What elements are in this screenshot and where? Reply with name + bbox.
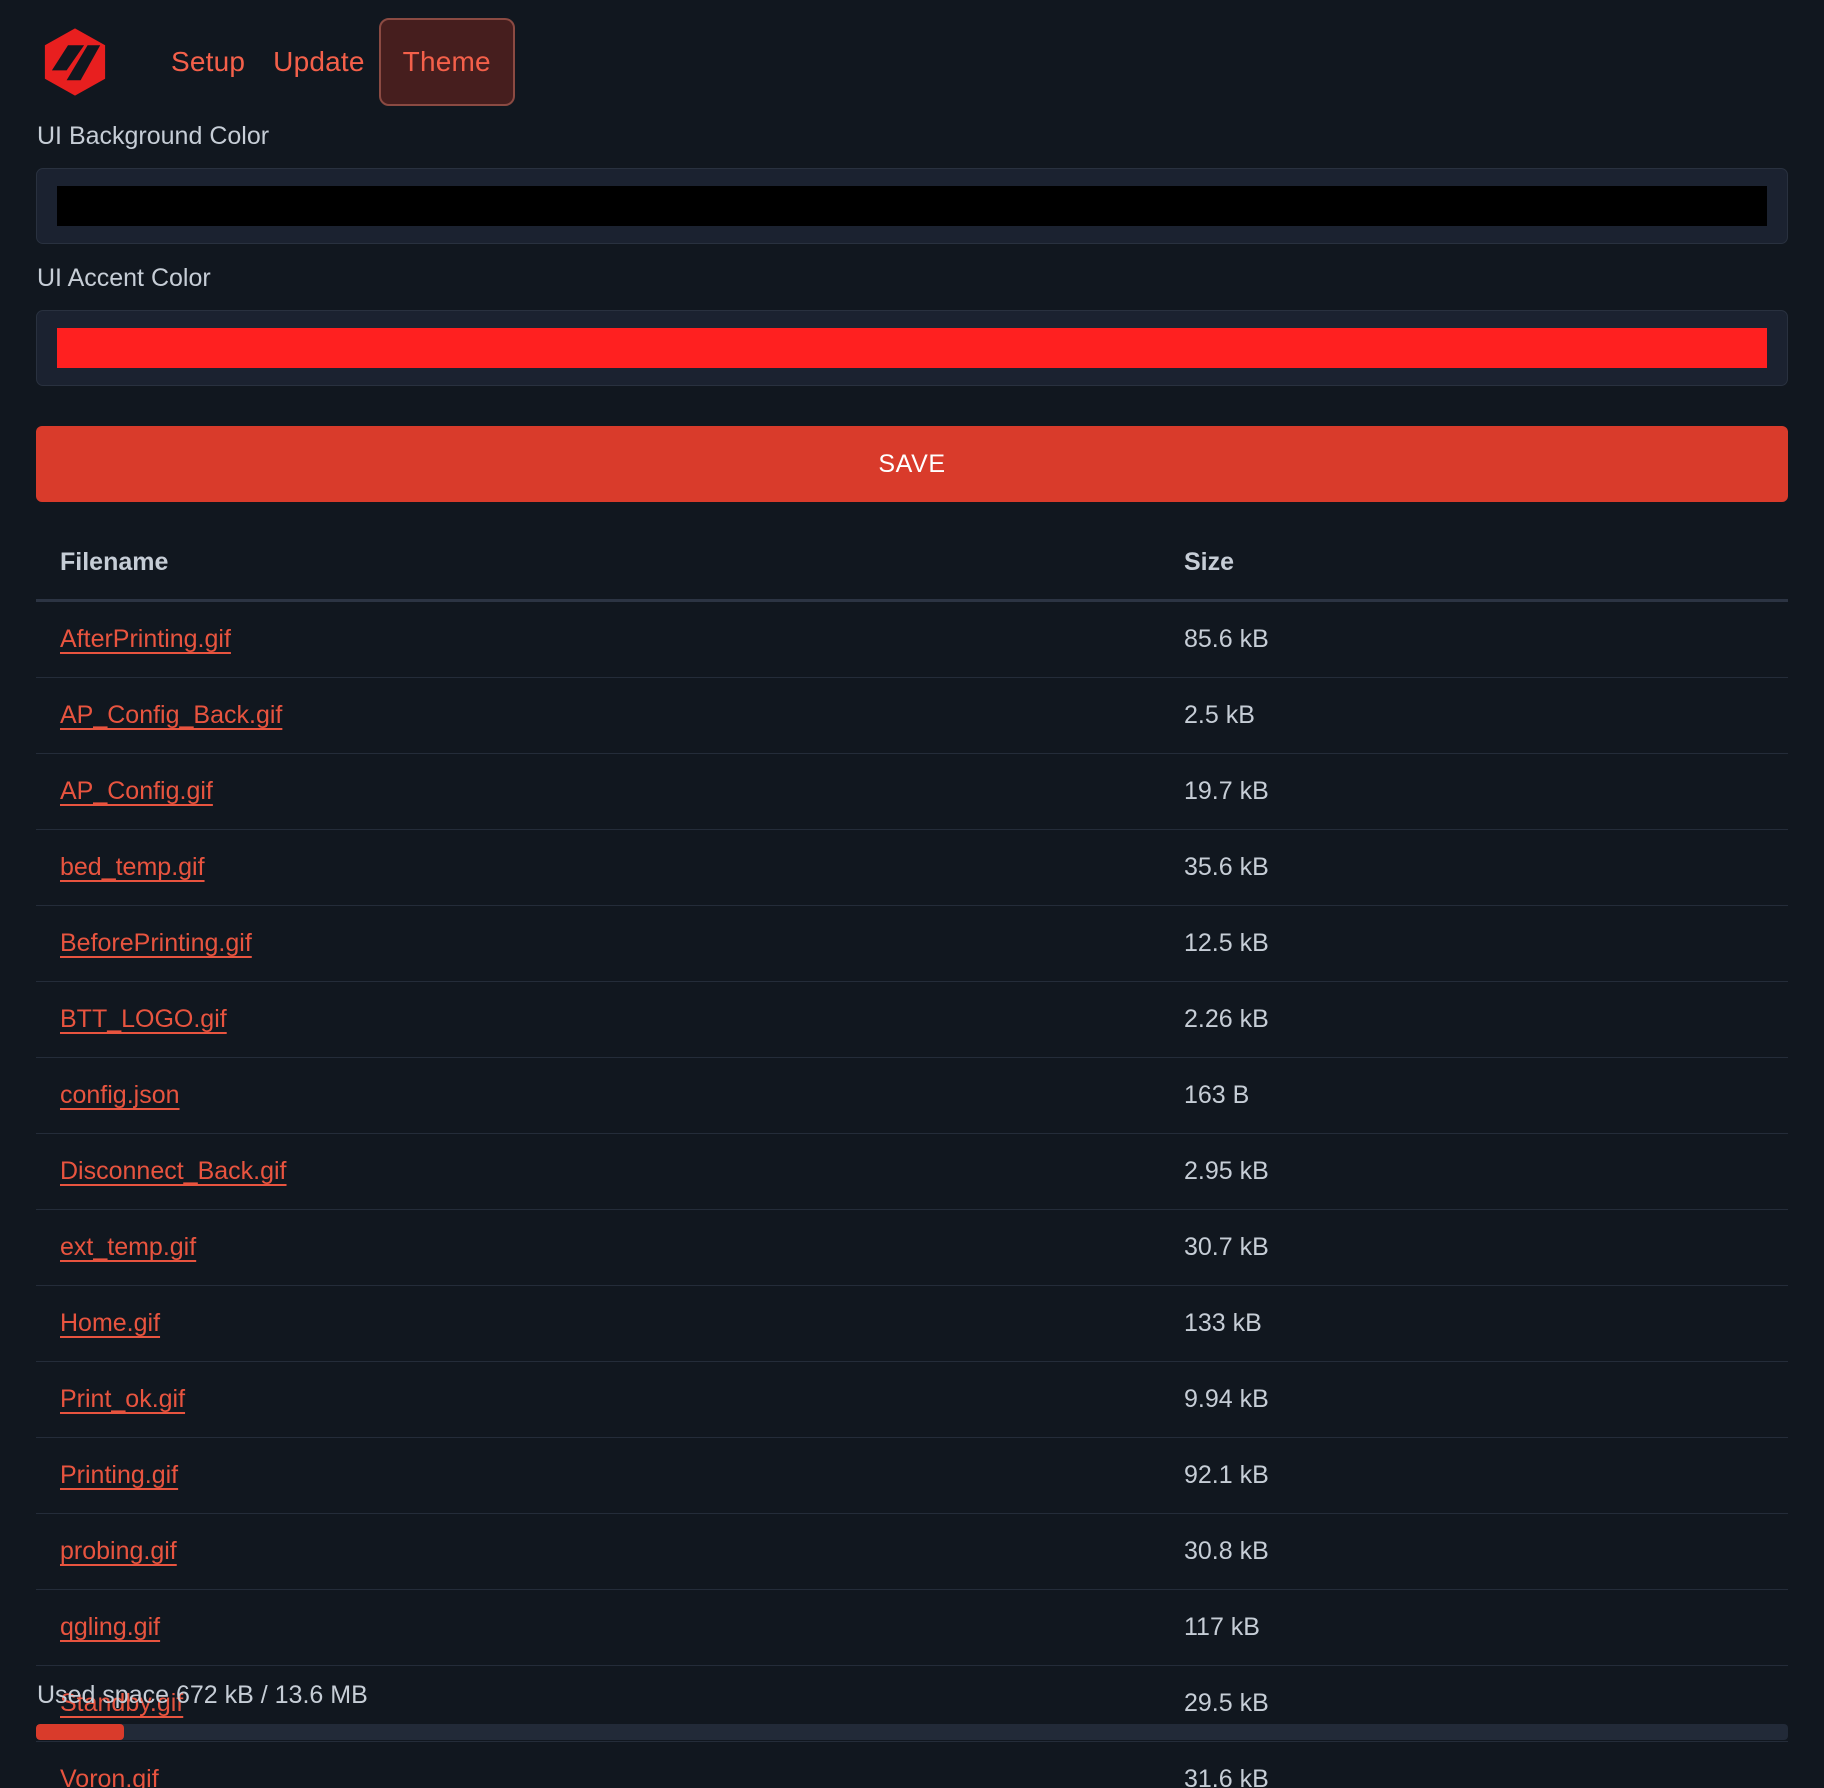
- file-name-cell: probing.gif: [36, 1513, 1168, 1590]
- file-size-cell: 30.8 kB: [1168, 1513, 1788, 1590]
- table-row: BTT_LOGO.gif 2.26 kB: [36, 981, 1788, 1058]
- file-size-cell: 35.6 kB: [1168, 829, 1788, 906]
- file-link[interactable]: Home.gif: [60, 1309, 160, 1337]
- table-row: Printing.gif 92.1 kB: [36, 1437, 1788, 1514]
- file-size-cell: 92.1 kB: [1168, 1437, 1788, 1514]
- file-link[interactable]: Disconnect_Back.gif: [60, 1157, 287, 1185]
- file-link[interactable]: bed_temp.gif: [60, 853, 205, 881]
- navbar: Setup Update Theme: [0, 0, 1824, 124]
- table-row: ext_temp.gif 30.7 kB: [36, 1209, 1788, 1286]
- file-name-cell: BeforePrinting.gif: [36, 905, 1168, 982]
- file-size-cell: 19.7 kB: [1168, 753, 1788, 830]
- background-color-field: UI Background Color: [36, 124, 1788, 244]
- table-row: AP_Config.gif 19.7 kB: [36, 753, 1788, 830]
- file-name-cell: AP_Config.gif: [36, 753, 1168, 830]
- file-name-cell: qgling.gif: [36, 1589, 1168, 1666]
- file-size-cell: 2.95 kB: [1168, 1133, 1788, 1210]
- background-color-swatch[interactable]: [57, 186, 1767, 226]
- file-size-cell: 163 B: [1168, 1057, 1788, 1134]
- file-name-cell: ext_temp.gif: [36, 1209, 1168, 1286]
- file-size-cell: 85.6 kB: [1168, 600, 1788, 678]
- btt-hexagon-logo-icon: [44, 28, 106, 96]
- nav-item-setup[interactable]: Setup: [157, 24, 259, 100]
- accent-color-input[interactable]: [36, 310, 1788, 386]
- table-row: AP_Config_Back.gif 2.5 kB: [36, 677, 1788, 754]
- file-link[interactable]: AP_Config_Back.gif: [60, 701, 282, 729]
- nav-links: Setup Update Theme: [157, 18, 515, 106]
- file-link[interactable]: AfterPrinting.gif: [60, 625, 231, 653]
- file-size-cell: 9.94 kB: [1168, 1361, 1788, 1438]
- theme-settings-page: Setup Update Theme UI Background Color U…: [0, 0, 1824, 1788]
- table-row: AfterPrinting.gif 85.6 kB: [36, 600, 1788, 678]
- table-row: probing.gif 30.8 kB: [36, 1513, 1788, 1590]
- footer-spacer: [36, 1740, 1788, 1788]
- table-row: qgling.gif 117 kB: [36, 1589, 1788, 1666]
- table-row: bed_temp.gif 35.6 kB: [36, 829, 1788, 906]
- storage-progress-fill: [36, 1724, 124, 1740]
- file-size-cell: 117 kB: [1168, 1589, 1788, 1666]
- storage-footer: Used space 672 kB / 13.6 MB: [0, 1683, 1824, 1788]
- file-size-cell: 12.5 kB: [1168, 905, 1788, 982]
- file-name-cell: Disconnect_Back.gif: [36, 1133, 1168, 1210]
- file-link[interactable]: ext_temp.gif: [60, 1233, 196, 1261]
- storage-progress-bar: [36, 1724, 1788, 1740]
- table-row: Disconnect_Back.gif 2.95 kB: [36, 1133, 1788, 1210]
- file-size-cell: 2.5 kB: [1168, 677, 1788, 754]
- file-name-cell: Home.gif: [36, 1285, 1168, 1362]
- background-color-label: UI Background Color: [37, 122, 270, 150]
- file-table-header-row: Filename Size: [36, 530, 1788, 602]
- save-button[interactable]: SAVE: [36, 426, 1788, 502]
- file-link[interactable]: config.json: [60, 1081, 180, 1109]
- file-table-head: Filename Size: [36, 530, 1788, 602]
- file-size-cell: 133 kB: [1168, 1285, 1788, 1362]
- accent-color-field: UI Accent Color: [36, 266, 1788, 386]
- file-size-cell: 30.7 kB: [1168, 1209, 1788, 1286]
- file-link[interactable]: AP_Config.gif: [60, 777, 213, 805]
- file-name-cell: AfterPrinting.gif: [36, 600, 1168, 678]
- file-size-cell: 2.26 kB: [1168, 981, 1788, 1058]
- file-name-cell: BTT_LOGO.gif: [36, 981, 1168, 1058]
- accent-color-label: UI Accent Color: [37, 264, 211, 292]
- file-link[interactable]: BeforePrinting.gif: [60, 929, 252, 957]
- file-table: Filename Size AfterPrinting.gif 85.6 kB AP…: [36, 530, 1788, 1788]
- table-row: Home.gif 133 kB: [36, 1285, 1788, 1362]
- file-link[interactable]: Print_ok.gif: [60, 1385, 185, 1413]
- file-link[interactable]: probing.gif: [60, 1537, 177, 1565]
- file-link[interactable]: Printing.gif: [60, 1461, 178, 1489]
- file-name-cell: AP_Config_Back.gif: [36, 677, 1168, 754]
- table-row: BeforePrinting.gif 12.5 kB: [36, 905, 1788, 982]
- accent-color-swatch[interactable]: [57, 328, 1767, 368]
- main-content: UI Background Color UI Accent Color SAVE…: [0, 124, 1824, 1788]
- file-name-cell: Print_ok.gif: [36, 1361, 1168, 1438]
- file-name-cell: config.json: [36, 1057, 1168, 1134]
- nav-item-theme[interactable]: Theme: [378, 18, 515, 106]
- used-space-label: Used space 672 kB / 13.6 MB: [37, 1681, 368, 1709]
- table-row: config.json 163 B: [36, 1057, 1788, 1134]
- file-link[interactable]: BTT_LOGO.gif: [60, 1005, 227, 1033]
- file-name-cell: Printing.gif: [36, 1437, 1168, 1514]
- table-row: Print_ok.gif 9.94 kB: [36, 1361, 1788, 1438]
- background-color-input[interactable]: [36, 168, 1788, 244]
- file-name-cell: bed_temp.gif: [36, 829, 1168, 906]
- column-header-filename: Filename: [36, 530, 1168, 602]
- file-table-body: AfterPrinting.gif 85.6 kB AP_Config_Back.g…: [36, 600, 1788, 1788]
- nav-item-update[interactable]: Update: [259, 24, 379, 100]
- column-header-size: Size: [1168, 530, 1788, 602]
- file-link[interactable]: qgling.gif: [60, 1613, 160, 1641]
